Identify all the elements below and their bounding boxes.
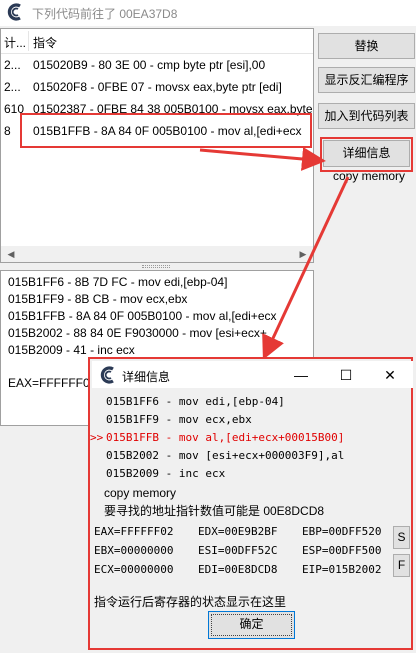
row-instruction: 015020B9 - 80 3E 00 - cmp byte ptr [esi]… (33, 58, 266, 72)
detail-disasm-line: 015B1FF6 - mov edi,[ebp-04] (106, 395, 285, 408)
detail-current-marker: >> (90, 431, 104, 444)
detail-disasm-line-current: 015B1FFB - mov al,[edi+ecx+00015B00] (106, 431, 345, 444)
register-eax[interactable]: EAX=FFFFFF02 (94, 525, 173, 538)
main-title-bar: 下列代码前往了 00EA37D8 (0, 0, 416, 26)
disasm-line: 015B1FF9 - 8B CB - mov ecx,ebx (8, 292, 188, 306)
detail-disasm-line: 015B2002 - mov [esi+ecx+000003F9],al (106, 449, 345, 462)
horizontal-scrollbar[interactable]: ◀ ▶ (1, 246, 313, 262)
list-header: 计... 指令 (1, 29, 313, 54)
ok-button-label: 确定 (239, 617, 264, 631)
replace-button[interactable]: 替换 (318, 33, 415, 59)
main-window: 下列代码前往了 00EA37D8 计... 指令 2... 015020B9 -… (0, 0, 416, 653)
arrow-left-icon[interactable]: ◀ (3, 246, 19, 262)
close-icon[interactable]: ✕ (368, 365, 412, 385)
splitter-grip[interactable] (142, 265, 170, 268)
disasm-line: 015B1FFB - 8A 84 0F 005B0100 - mov al,[e… (8, 309, 277, 323)
register-edi[interactable]: EDI=00E8DCD8 (198, 563, 277, 576)
arrow-right-icon[interactable]: ▶ (295, 246, 311, 262)
disasm-line: 015B2009 - 41 - inc ecx (8, 343, 135, 357)
stack-button[interactable]: S (393, 526, 410, 549)
maximize-icon[interactable]: ☐ (324, 365, 368, 385)
row-instruction: 015020F8 - 0FBE 07 - movsx eax,byte ptr … (33, 80, 282, 94)
row-count: 8 (4, 124, 11, 138)
annotation-highlight-button (320, 137, 413, 172)
disasm-line: 015B1FF6 - 8B 7D FC - mov edi,[ebp-04] (8, 275, 228, 289)
list-row[interactable]: 2... 015020F8 - 0FBE 07 - movsx eax,byte… (1, 77, 313, 99)
cheat-engine-icon (7, 3, 21, 21)
list-row[interactable]: 2... 015020B9 - 80 3E 00 - cmp byte ptr … (1, 55, 313, 77)
minimize-icon[interactable]: — (279, 365, 323, 385)
row-count: 2... (4, 58, 21, 72)
register-eip[interactable]: EIP=015B2002 (302, 563, 381, 576)
register-ecx[interactable]: ECX=00000000 (94, 563, 173, 576)
detail-info-dialog: 详细信息 — ☐ ✕ 015B1FF6 - mov edi,[ebp-04] 0… (88, 357, 413, 650)
add-to-codelist-button[interactable]: 加入到代码列表 (318, 103, 415, 129)
row-count: 2... (4, 80, 21, 94)
footer-note: 指令运行后寄存器的状态显示在这里 (94, 595, 287, 609)
detail-disasm-line: 015B2009 - inc ecx (106, 467, 226, 480)
detail-copy-memory: copy memory (104, 486, 177, 500)
register-edx[interactable]: EDX=00E9B2BF (198, 525, 277, 538)
register-ebx[interactable]: EBX=00000000 (94, 544, 173, 557)
window-title: 下列代码前往了 00EA37D8 (32, 7, 178, 21)
pointer-hint: 要寻找的地址指针数值可能是 00E8DCD8 (104, 504, 325, 518)
disasm-line: 015B2002 - 88 84 0E F9030000 - mov [esi+… (8, 326, 267, 340)
show-disassembler-button[interactable]: 显示反汇编程序 (318, 67, 415, 93)
column-header-instruction[interactable]: 指令 (33, 34, 57, 51)
detail-disasm-line: 015B1FF9 - mov ecx,ebx (106, 413, 252, 426)
register-esp[interactable]: ESP=00DFF500 (302, 544, 381, 557)
column-header-count[interactable]: 计... (4, 34, 26, 51)
annotation-highlight-row (20, 113, 312, 148)
register-ebp[interactable]: EBP=00DFF520 (302, 525, 381, 538)
register-esi[interactable]: ESI=00DFF52C (198, 544, 277, 557)
ok-button[interactable]: 确定 (208, 611, 295, 639)
register-eax: EAX=FFFFFF02 (8, 376, 97, 390)
dialog-title: 详细信息 (122, 370, 171, 384)
dialog-title-bar: 详细信息 — ☐ ✕ (92, 361, 413, 388)
fpu-button[interactable]: F (393, 554, 410, 577)
cheat-engine-icon (100, 366, 114, 384)
